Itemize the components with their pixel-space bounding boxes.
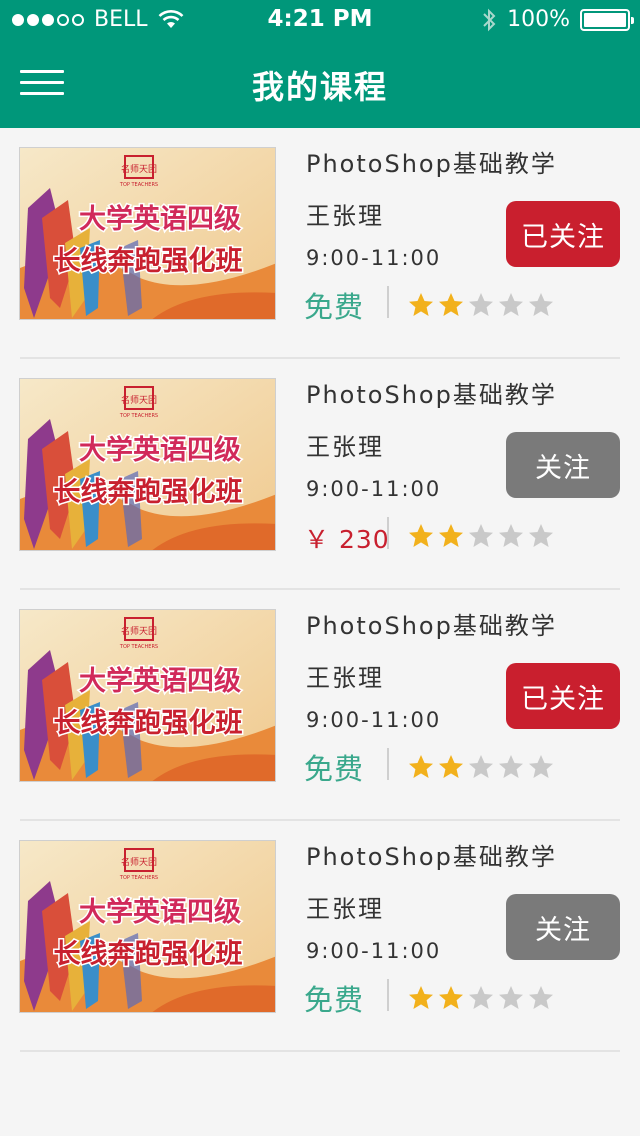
star-filled-icon — [409, 986, 433, 1009]
rating-stars — [408, 523, 554, 549]
divider — [387, 286, 389, 318]
svg-text:长线奔跑强化班: 长线奔跑强化班 — [54, 939, 243, 970]
star-filled-icon — [439, 524, 463, 547]
star-filled-icon — [409, 755, 433, 778]
follow-button[interactable]: 关注 — [506, 432, 620, 498]
course-title: PhotoShop基础教学 — [306, 381, 557, 409]
rating-stars — [408, 985, 554, 1011]
svg-text:大学英语四级: 大学英语四级 — [79, 203, 241, 235]
star-empty-icon — [469, 524, 493, 547]
svg-text:名师天团: 名师天团 — [121, 163, 157, 175]
course-thumbnail[interactable]: 名师天团 TOP TEACHERS 大学英语四级 长线奔跑强化班 — [19, 147, 276, 320]
divider — [387, 979, 389, 1011]
course-title: PhotoShop基础教学 — [306, 843, 557, 871]
course-item[interactable]: 名师天团 TOP TEACHERS 大学英语四级 长线奔跑强化班 PhotoSh… — [0, 590, 640, 821]
star-filled-icon — [439, 986, 463, 1009]
course-price: 免费 — [304, 983, 365, 1017]
course-time: 9:00-11:00 — [306, 939, 442, 963]
svg-text:大学英语四级: 大学英语四级 — [79, 665, 241, 697]
status-bar: BELL 4:21 PM 100% — [0, 0, 640, 40]
course-list: 名师天团 TOP TEACHERS 大学英语四级 长线奔跑强化班 PhotoSh… — [0, 128, 640, 1052]
svg-text:TOP TEACHERS: TOP TEACHERS — [119, 644, 158, 650]
follow-button[interactable]: 已关注 — [506, 663, 620, 729]
star-empty-icon — [499, 524, 523, 547]
follow-button[interactable]: 已关注 — [506, 201, 620, 267]
star-filled-icon — [439, 755, 463, 778]
nav-header: BELL 4:21 PM 100% 我的课程 — [0, 0, 640, 128]
star-empty-icon — [529, 293, 553, 316]
star-empty-icon — [529, 524, 553, 547]
star-filled-icon — [409, 524, 433, 547]
star-empty-icon — [499, 755, 523, 778]
svg-text:TOP TEACHERS: TOP TEACHERS — [119, 413, 158, 419]
battery-icon — [580, 8, 634, 31]
course-item[interactable]: 名师天团 TOP TEACHERS 大学英语四级 长线奔跑强化班 PhotoSh… — [0, 821, 640, 1052]
course-item[interactable]: 名师天团 TOP TEACHERS 大学英语四级 长线奔跑强化班 PhotoSh… — [0, 359, 640, 590]
course-teacher: 王张理 — [306, 202, 384, 230]
star-filled-icon — [409, 293, 433, 316]
course-price: 免费 — [304, 752, 365, 786]
star-empty-icon — [469, 986, 493, 1009]
svg-text:长线奔跑强化班: 长线奔跑强化班 — [54, 708, 243, 739]
course-price: ￥ 230 — [304, 525, 390, 554]
bluetooth-icon — [483, 8, 496, 31]
course-price: 免费 — [304, 290, 365, 324]
course-time: 9:00-11:00 — [306, 246, 442, 270]
page-title: 我的课程 — [251, 68, 388, 106]
svg-text:大学英语四级: 大学英语四级 — [79, 434, 241, 466]
course-thumbnail[interactable]: 名师天团 TOP TEACHERS 大学英语四级 长线奔跑强化班 — [19, 840, 276, 1013]
course-time: 9:00-11:00 — [306, 708, 442, 732]
star-empty-icon — [529, 755, 553, 778]
course-time: 9:00-11:00 — [306, 477, 442, 501]
svg-text:大学英语四级: 大学英语四级 — [79, 896, 241, 928]
svg-text:名师天团: 名师天团 — [121, 856, 157, 868]
divider — [387, 748, 389, 780]
battery-percent: 100% — [507, 7, 570, 32]
course-title: PhotoShop基础教学 — [306, 612, 557, 640]
course-thumbnail[interactable]: 名师天团 TOP TEACHERS 大学英语四级 长线奔跑强化班 — [19, 378, 276, 551]
row-divider — [20, 1050, 620, 1052]
follow-button[interactable]: 关注 — [506, 894, 620, 960]
star-empty-icon — [499, 293, 523, 316]
svg-text:TOP TEACHERS: TOP TEACHERS — [119, 875, 158, 881]
svg-text:长线奔跑强化班: 长线奔跑强化班 — [54, 246, 243, 277]
star-empty-icon — [469, 293, 493, 316]
svg-text:名师天团: 名师天团 — [121, 625, 157, 637]
star-empty-icon — [529, 986, 553, 1009]
course-teacher: 王张理 — [306, 433, 384, 461]
course-title: PhotoShop基础教学 — [306, 150, 557, 178]
star-empty-icon — [469, 755, 493, 778]
course-item[interactable]: 名师天团 TOP TEACHERS 大学英语四级 长线奔跑强化班 PhotoSh… — [0, 128, 640, 359]
star-empty-icon — [499, 986, 523, 1009]
course-teacher: 王张理 — [306, 895, 384, 923]
divider — [387, 517, 389, 549]
svg-text:名师天团: 名师天团 — [121, 394, 157, 406]
star-filled-icon — [439, 293, 463, 316]
course-teacher: 王张理 — [306, 664, 384, 692]
svg-text:TOP TEACHERS: TOP TEACHERS — [119, 182, 158, 188]
course-thumbnail[interactable]: 名师天团 TOP TEACHERS 大学英语四级 长线奔跑强化班 — [19, 609, 276, 782]
rating-stars — [408, 292, 554, 318]
rating-stars — [408, 754, 554, 780]
svg-text:长线奔跑强化班: 长线奔跑强化班 — [54, 477, 243, 508]
